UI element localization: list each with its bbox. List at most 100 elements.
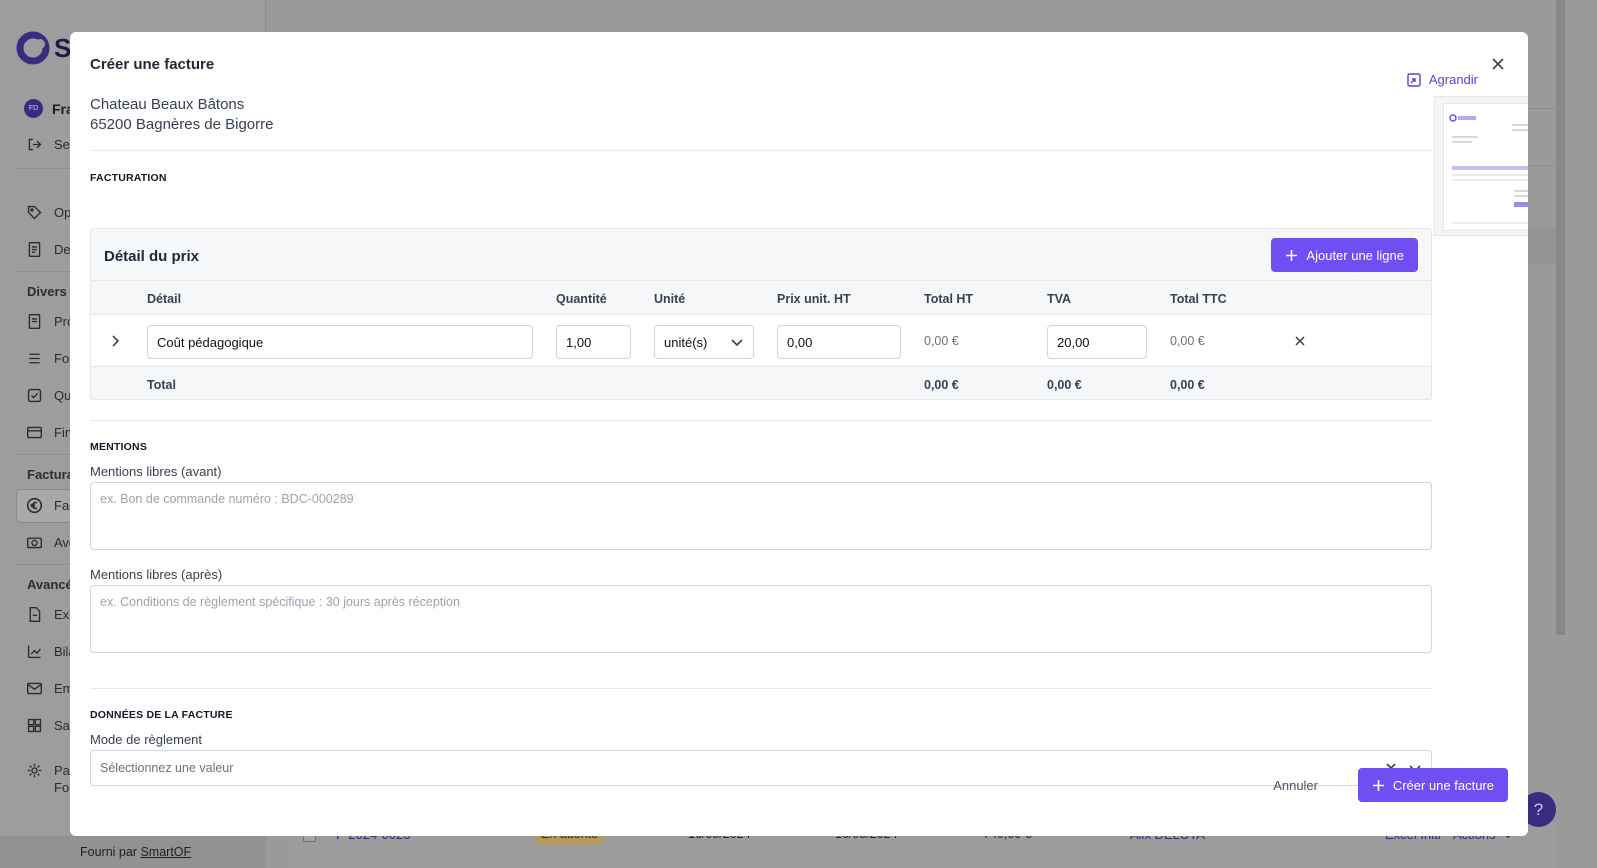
mentions-before-textarea[interactable]: ex. Bon de commande numéro : BDC-000289 [90,482,1432,550]
create-invoice-modal: Créer une facture Agrandir Chateau Beaux… [70,32,1528,836]
grid-icon [27,718,42,733]
tag-icon [27,205,42,220]
close-icon [1492,58,1504,70]
add-line-label: Ajouter une ligne [1306,247,1404,263]
price-detail-panel: Détail du prix Ajouter une ligne Détail … [90,228,1432,400]
detail-input[interactable]: Coût pédagogique [147,325,533,359]
divider [90,150,1432,151]
create-invoice-label: Créer une facture [1392,777,1494,793]
sidebar-item-programs[interactable]: Pro [26,313,74,330]
column-header-total-ttc: Total TTC [1170,292,1227,306]
payment-mode-placeholder: Sélectionnez une valeur [100,761,234,775]
smartof-link[interactable]: SmartOF [140,845,191,859]
quantity-input[interactable]: 1,00 [556,325,631,359]
column-header-unit-price: Prix unit. HT [777,292,851,306]
brand-name: S [54,32,72,63]
logout-label: Se [54,137,70,152]
unit-select[interactable]: unité(s) [654,325,754,359]
euro-icon [26,497,43,514]
column-header-detail: Détail [147,292,182,306]
logout-link[interactable]: Se [26,136,70,153]
chevron-right-icon [112,335,120,347]
price-table-footer: Total 0,00 € 0,00 € 0,00 € [91,367,1431,401]
sidebar-item-financing[interactable]: Fin [26,424,72,441]
cancel-button[interactable]: Annuler [1273,778,1318,793]
invoice-preview-icon [1449,114,1528,224]
column-header-tva: TVA [1047,292,1072,306]
divider [90,688,1432,689]
section-mentions: MENTIONS [90,441,148,453]
section-invoice-data: DONNÉES DE LA FACTURE [90,709,233,721]
total-tva: 0,00 € [1047,378,1082,392]
plus-icon [1286,249,1298,261]
total-label: Total [147,378,176,392]
add-line-button[interactable]: Ajouter une ligne [1271,238,1418,272]
mentions-before-label: Mentions libres (avant) [90,464,222,479]
smartof-logo-icon [16,31,50,65]
expand-button[interactable]: Agrandir [1407,72,1478,87]
total-ht: 0,00 € [924,378,959,392]
sidebar-section-advanced: Avancé [27,577,73,592]
modal-title: Créer une facture [90,56,215,73]
sidebar-item-trainers[interactable]: For [26,350,74,367]
brand-logo: S [16,31,71,65]
total-ttc: 0,00 € [1170,378,1205,392]
client-address-line2: 65200 Bagnères de Bigorre [90,116,274,133]
price-detail-title: Détail du prix [104,248,200,265]
modal-form: Chateau Beaux Bâtons 65200 Bagnères de B… [90,96,1432,794]
expand-label: Agrandir [1428,72,1478,87]
sidebar-item-rooms[interactable]: Sal [26,717,73,734]
sidebar-item-credit-notes[interactable]: Avo [26,534,76,551]
document-icon [28,242,41,257]
help-label: ? [1533,799,1544,819]
divider [90,420,1432,421]
powered-by-label: Fourni par [80,845,137,859]
sidebar-section-divers: Divers [27,284,67,299]
chart-icon [27,645,41,659]
plus-icon [1372,779,1384,791]
mail-icon [27,682,42,695]
sidebar-item-reports[interactable]: Bila [26,643,76,660]
unit-price-input[interactable]: 0,00 [777,325,901,359]
sidebar-item-label: Qu [54,388,72,403]
close-icon [1295,336,1305,346]
chevron-down-icon [731,339,743,347]
page-scrollbar[interactable] [1556,0,1565,635]
row-total-ht: 0,00 € [924,334,959,348]
document-icon [28,314,41,329]
close-button[interactable] [1488,54,1508,74]
user-menu[interactable]: FD Fra [24,99,74,118]
powered-by: Fourni par SmartOF [80,845,191,859]
camera-icon [27,537,42,549]
mentions-after-label: Mentions libres (après) [90,567,223,582]
invoice-preview-thumbnail[interactable] [1434,96,1528,236]
mentions-after-textarea[interactable]: ex. Conditions de règlement spécifique :… [90,585,1432,653]
avatar: FD [24,99,43,118]
sidebar-item-exports[interactable]: Exp [26,606,76,623]
price-table-header: Détail Quantité Unité Prix unit. HT Tota… [91,280,1431,315]
file-icon [29,607,41,622]
payment-mode-label: Mode de règlement [90,732,203,747]
column-header-unit: Unité [654,292,686,306]
create-invoice-button[interactable]: Créer une facture [1357,768,1508,802]
table-row: Coût pédagogique 1,00 unité(s) 0,00 0,00… [91,315,1431,367]
card-icon [27,426,42,439]
list-icon [29,353,40,364]
sidebar-item-emails[interactable]: Em [26,680,74,697]
sidebar-item-questionnaires[interactable]: Qu [26,387,71,404]
gear-icon [27,763,42,778]
delete-row-button[interactable] [1293,334,1307,348]
unit-value: unité(s) [664,334,708,350]
section-billing: FACTURATION [90,172,167,184]
sidebar-item-invoices[interactable]: Fac [26,497,76,514]
client-address-line1: Chateau Beaux Bâtons [90,96,245,113]
expand-row-button[interactable] [107,333,123,349]
sidebar-section-billing: Factura [27,467,74,482]
tva-input[interactable]: 20,00 [1047,325,1147,359]
sidebar-footer: Fourni par SmartOF [0,836,266,868]
payment-mode-select[interactable]: Sélectionnez une valeur [90,750,1432,786]
checkbox-icon [27,388,42,403]
logout-icon [28,138,42,151]
row-total-ttc: 0,00 € [1170,334,1205,348]
expand-icon [1407,72,1421,87]
